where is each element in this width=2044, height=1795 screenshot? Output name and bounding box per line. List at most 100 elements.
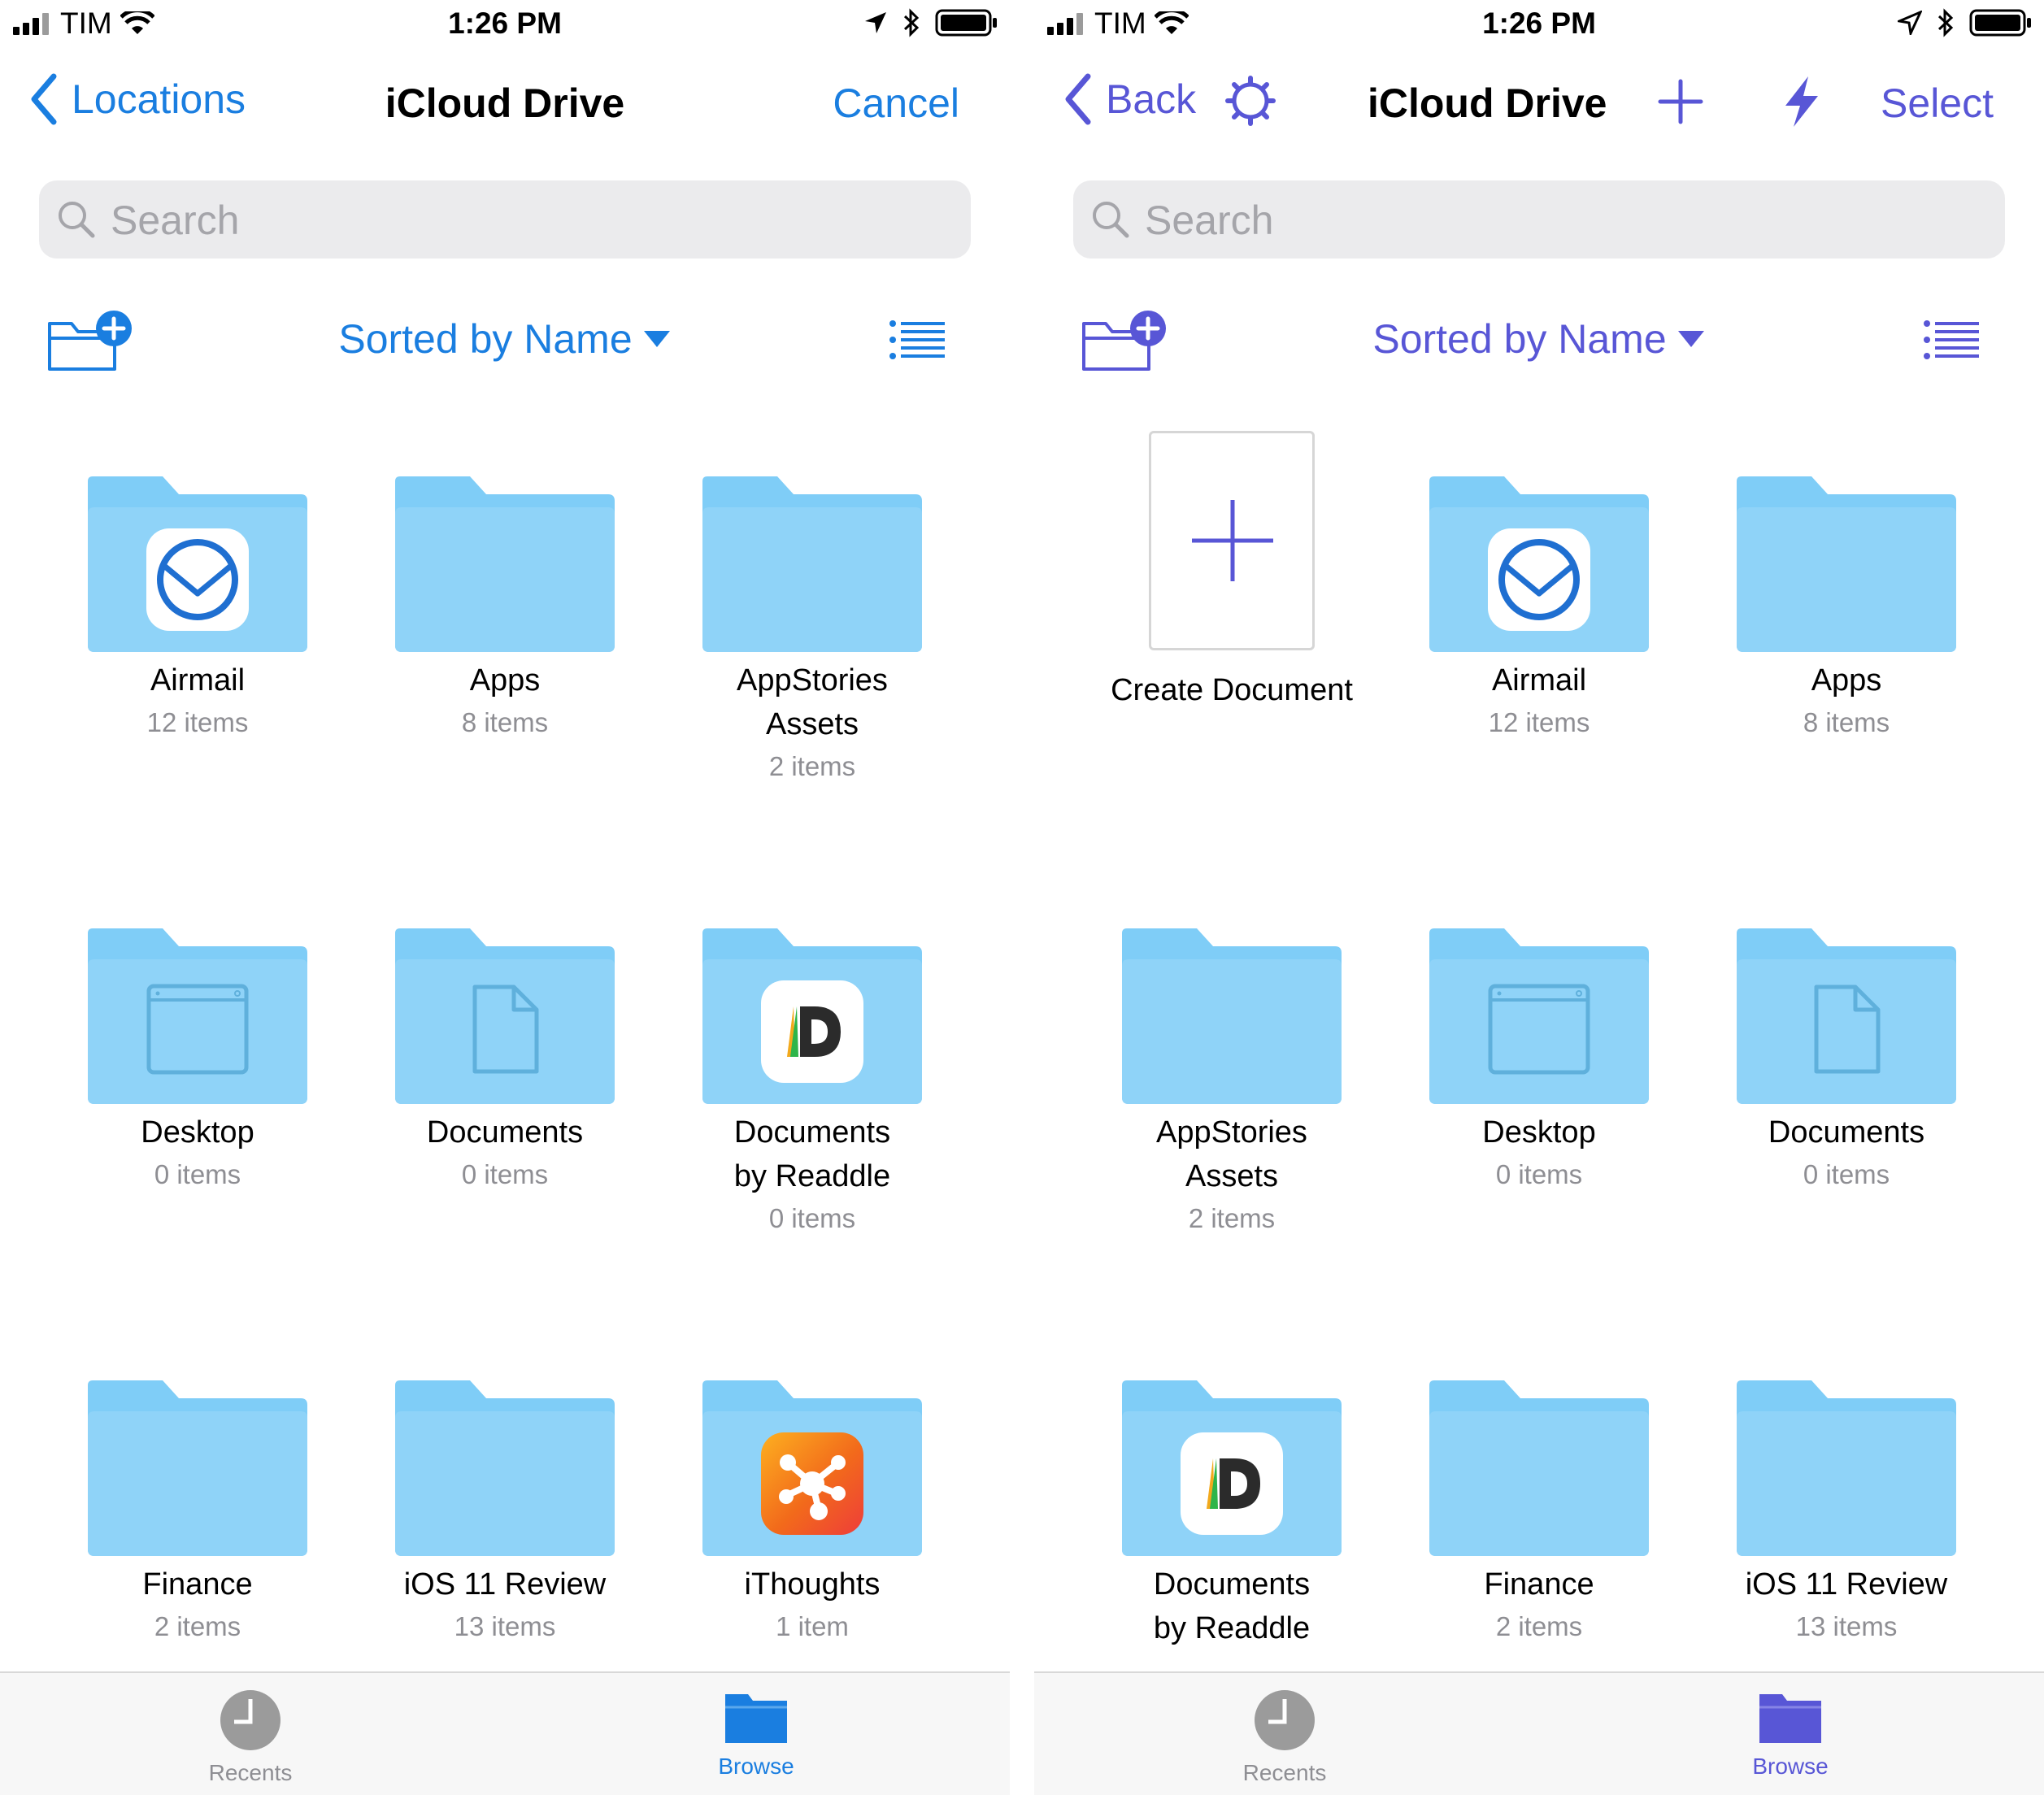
folder-shape	[395, 1380, 615, 1556]
readdle-documents-icon	[761, 980, 863, 1083]
folder-item[interactable]: Finance 2 items	[1385, 1327, 1693, 1647]
tab-recents[interactable]: Recents	[128, 1689, 372, 1786]
document-icon	[472, 984, 539, 1074]
folder-name: iThoughts	[744, 1567, 881, 1602]
folder-item[interactable]: Finance 2 items	[44, 1327, 351, 1647]
folder-shape	[1737, 1380, 1956, 1556]
folder-item[interactable]: AppStories Assets 2 items	[1078, 875, 1385, 1239]
folder-shape	[1737, 476, 1956, 652]
location-arrow-icon	[1898, 11, 1922, 35]
sort-menu-button[interactable]: Sorted by Name	[1034, 315, 2044, 363]
folder-item[interactable]: iOS 11 Review 13 items	[1693, 1327, 2000, 1647]
folder-item-count: 0 items	[1495, 1159, 1583, 1189]
list-view-icon[interactable]	[1924, 320, 1979, 359]
document-icon	[1814, 984, 1881, 1074]
folder-thumbnail	[395, 476, 615, 652]
folder-item-count: 8 items	[461, 707, 549, 737]
gear-icon[interactable]	[1224, 75, 1276, 127]
folder-item[interactable]: Desktop 0 items	[1385, 875, 1693, 1195]
folder-thumbnail	[1429, 1380, 1649, 1556]
screen-divider	[1010, 0, 1034, 1795]
bluetooth-icon	[903, 8, 920, 37]
folder-item-count: 0 items	[154, 1159, 241, 1189]
browse-toolbar: Sorted by Name	[0, 301, 1010, 390]
select-button[interactable]: Select	[1881, 80, 1994, 127]
folder-thumbnail	[1737, 1380, 1956, 1556]
folder-name: Documents	[733, 1115, 891, 1150]
sort-menu-button[interactable]: Sorted by Name	[0, 315, 1010, 363]
folder-item[interactable]: Documents by Readdle	[1078, 1327, 1385, 1650]
airmail-icon	[1488, 528, 1590, 631]
folder-item-count: 1 item	[776, 1611, 849, 1641]
folder-item-count: 0 items	[461, 1159, 549, 1189]
sort-label: Sorted by Name	[1372, 316, 1667, 362]
caret-down-icon	[643, 331, 670, 347]
folder-item[interactable]: Apps 8 items	[1693, 423, 2000, 743]
folder-item[interactable]: Airmail 12 items	[1385, 423, 1693, 743]
folder-shape	[1122, 928, 1342, 1104]
folder-shape	[88, 1380, 307, 1556]
folder-thumbnail	[1429, 476, 1649, 652]
folder-name: Airmail	[1491, 663, 1587, 698]
folder-item[interactable]: iThoughts 1 item	[659, 1327, 966, 1647]
folder-item-count: 13 items	[454, 1611, 556, 1641]
folder-thumbnail	[1737, 928, 1956, 1104]
lightning-icon[interactable]	[1782, 75, 1821, 128]
folder-item[interactable]: Documents 0 items	[1693, 875, 2000, 1195]
folder-item[interactable]: AppStories Assets 2 items	[659, 423, 966, 787]
back-button[interactable]: Back	[1063, 73, 1196, 125]
tab-browse[interactable]: Browse	[1668, 1689, 1912, 1780]
folder-icon	[1759, 1694, 1821, 1743]
clock-icon	[1255, 1690, 1315, 1750]
search-field[interactable]: Search	[39, 180, 971, 259]
folder-item-count: 0 items	[768, 1203, 856, 1233]
tab-browse[interactable]: Browse	[634, 1689, 878, 1780]
chevron-left-icon	[1065, 73, 1091, 125]
airmail-icon	[146, 528, 249, 631]
folder-name-line2: by Readdle	[1153, 1611, 1311, 1645]
search-placeholder: Search	[1145, 198, 1274, 243]
search-field[interactable]: Search	[1073, 180, 2005, 259]
folder-item[interactable]: Airmail 12 items	[44, 423, 351, 743]
search-icon	[1093, 202, 1129, 238]
list-view-icon[interactable]	[889, 320, 945, 359]
tab-recents[interactable]: Recents	[1163, 1689, 1407, 1786]
folder-item-count: 2 items	[768, 751, 856, 781]
status-time: 1:26 PM	[448, 7, 562, 40]
folder-item[interactable]: Apps 8 items	[351, 423, 659, 743]
navigation-bar: Locations iCloud Drive Cancel	[0, 57, 1010, 150]
folder-name: Apps	[469, 663, 541, 698]
folder-item-count: 2 items	[1188, 1203, 1276, 1233]
folder-name: Desktop	[141, 1115, 254, 1150]
status-bar: TIM 1:26 PM	[0, 0, 1010, 50]
cancel-button[interactable]: Cancel	[833, 80, 959, 127]
desktop-window-icon	[146, 984, 249, 1075]
ithoughts-icon	[761, 1432, 863, 1535]
sort-label: Sorted by Name	[338, 316, 633, 362]
folder-item[interactable]: Desktop 0 items	[44, 875, 351, 1195]
add-icon[interactable]	[1657, 78, 1704, 125]
folder-item[interactable]: Documents 0 items	[351, 875, 659, 1195]
folder-thumbnail	[395, 928, 615, 1104]
folder-name: Documents	[1768, 1115, 1925, 1150]
folder-item[interactable]: iOS 11 Review 13 items	[351, 1327, 659, 1647]
tab-bar: Recents Browse	[1034, 1671, 2044, 1795]
folder-item[interactable]: Documents by Readdle 0 items	[659, 875, 966, 1239]
tab-label: Recents	[1242, 1760, 1327, 1785]
folder-name-line2: by Readdle	[733, 1159, 891, 1193]
desktop-window-icon	[1488, 984, 1590, 1075]
battery-icon	[935, 9, 997, 37]
folder-shape	[395, 476, 615, 652]
folder-item-count: 13 items	[1795, 1611, 1898, 1641]
create-document-button[interactable]: Create Document	[1078, 423, 1385, 712]
browse-toolbar: Sorted by Name	[1034, 301, 2044, 390]
folder-name: Airmail	[150, 663, 246, 698]
folder-thumbnail	[702, 928, 922, 1104]
folder-name: iOS 11 Review	[1745, 1567, 1948, 1602]
folder-name: AppStories	[1156, 1115, 1307, 1150]
folder-name: Documents	[1153, 1567, 1311, 1602]
folder-thumbnail	[395, 1380, 615, 1556]
folder-thumbnail	[88, 1380, 307, 1556]
bluetooth-icon	[1937, 8, 1954, 37]
folder-icon	[725, 1694, 787, 1743]
